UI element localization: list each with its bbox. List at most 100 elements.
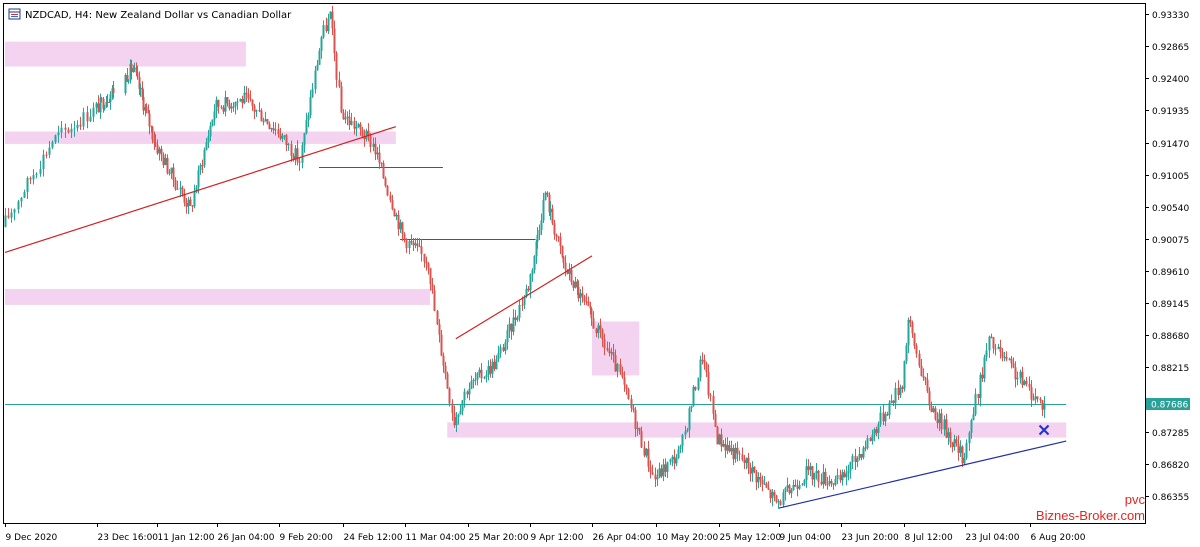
candle-body bbox=[251, 99, 254, 106]
candle-body bbox=[970, 420, 973, 433]
candle-body bbox=[549, 208, 552, 213]
candle-body bbox=[726, 445, 729, 451]
candle-body bbox=[514, 317, 517, 320]
candle-body bbox=[897, 387, 900, 395]
candle-body bbox=[932, 408, 935, 412]
candle-body bbox=[154, 142, 157, 145]
candle-body bbox=[290, 143, 293, 156]
candle-body bbox=[634, 409, 637, 429]
candle-body bbox=[765, 483, 768, 488]
candle-body bbox=[376, 152, 379, 155]
price-chart[interactable]: 0.93330 0.92865 0.92400 0.91935 0.91470 0.910… bbox=[0, 0, 1200, 547]
candle-body bbox=[738, 453, 741, 455]
candle-body bbox=[957, 443, 960, 453]
candle-body bbox=[493, 361, 496, 370]
time-tick-label: 9 Jun 04:00 bbox=[780, 533, 832, 543]
candle-body bbox=[329, 11, 332, 19]
candle-body bbox=[487, 365, 490, 376]
candle-body bbox=[133, 67, 136, 69]
candle-body bbox=[73, 128, 76, 130]
candle-body bbox=[943, 419, 946, 430]
candle-body bbox=[483, 377, 486, 379]
candle-body bbox=[172, 167, 175, 181]
candle-body bbox=[26, 177, 29, 193]
candle-body bbox=[521, 304, 524, 306]
candle-body bbox=[423, 253, 426, 262]
candle-body bbox=[1041, 400, 1044, 410]
candle-body bbox=[540, 220, 543, 230]
time-tick-label: 23 Dec 16:00 bbox=[98, 533, 159, 543]
candle-body bbox=[662, 464, 665, 477]
watermark-line-2: Biznes-Broker.com bbox=[1036, 508, 1145, 523]
candle-body bbox=[694, 386, 697, 390]
candle-body bbox=[531, 269, 534, 275]
candle-body bbox=[851, 456, 854, 462]
candle-body bbox=[357, 124, 360, 127]
candle-body bbox=[1043, 403, 1046, 410]
candle-body bbox=[699, 359, 702, 378]
candle-body bbox=[32, 175, 35, 180]
candle-body bbox=[442, 355, 445, 366]
candle-body bbox=[512, 317, 515, 332]
candle-body bbox=[106, 102, 109, 104]
current-price-label: 0.87686 bbox=[1146, 398, 1190, 411]
candle-body bbox=[476, 373, 479, 380]
candle-body bbox=[1014, 367, 1017, 380]
candle-body bbox=[997, 346, 1000, 349]
candle-body bbox=[681, 434, 684, 447]
candle-body bbox=[124, 74, 127, 93]
price-tick-label: 0.86820 bbox=[1152, 461, 1189, 471]
candle-body bbox=[232, 106, 235, 108]
candle-body bbox=[945, 419, 948, 438]
candle-body bbox=[54, 135, 57, 143]
candle-body bbox=[595, 328, 598, 334]
candle-body bbox=[86, 112, 89, 122]
candle-body bbox=[671, 456, 674, 460]
candle-body bbox=[309, 96, 312, 116]
candle-body bbox=[688, 408, 691, 430]
candle bbox=[692, 385, 695, 407]
price-tick-label: 0.89610 bbox=[1152, 268, 1189, 278]
candle-body bbox=[1023, 381, 1026, 386]
candle-body bbox=[42, 154, 45, 170]
candle-body bbox=[815, 470, 818, 474]
candle-body bbox=[544, 192, 547, 201]
candle-body bbox=[112, 88, 115, 93]
candle-body bbox=[934, 408, 937, 420]
candle-body bbox=[389, 195, 392, 201]
candle-body bbox=[268, 123, 271, 129]
candle-body bbox=[788, 485, 791, 494]
candle-body bbox=[813, 473, 816, 480]
candle-body bbox=[361, 129, 364, 137]
candle-body bbox=[497, 353, 500, 360]
candle-body bbox=[176, 188, 179, 190]
candle-body bbox=[425, 261, 428, 264]
candle-body bbox=[1025, 381, 1028, 385]
candle-body bbox=[886, 414, 889, 416]
candle-body bbox=[277, 129, 280, 135]
candle-body bbox=[651, 472, 654, 475]
price-tick-label: 0.91470 bbox=[1152, 140, 1189, 150]
candle-body bbox=[1019, 371, 1022, 378]
candle-body bbox=[151, 127, 154, 140]
candle-body bbox=[712, 396, 715, 414]
candle-body bbox=[353, 120, 356, 129]
price-tick-label: 0.88680 bbox=[1152, 332, 1189, 342]
candle-body bbox=[557, 236, 560, 238]
candle-body bbox=[338, 79, 341, 87]
candle-body bbox=[201, 165, 204, 167]
candle-body bbox=[51, 142, 54, 148]
candle-body bbox=[230, 106, 233, 109]
candle-body bbox=[636, 427, 639, 429]
candle-body bbox=[608, 349, 611, 354]
candle-body bbox=[741, 454, 744, 460]
candle-body bbox=[843, 472, 846, 478]
candle-body bbox=[410, 241, 413, 243]
candle-body bbox=[418, 246, 421, 248]
candle-body bbox=[743, 459, 746, 463]
candle-body bbox=[527, 288, 530, 291]
candle-body bbox=[374, 143, 377, 155]
candle-body bbox=[603, 339, 606, 349]
price-tick-label: 0.88215 bbox=[1152, 364, 1189, 374]
candle-body bbox=[542, 200, 545, 221]
